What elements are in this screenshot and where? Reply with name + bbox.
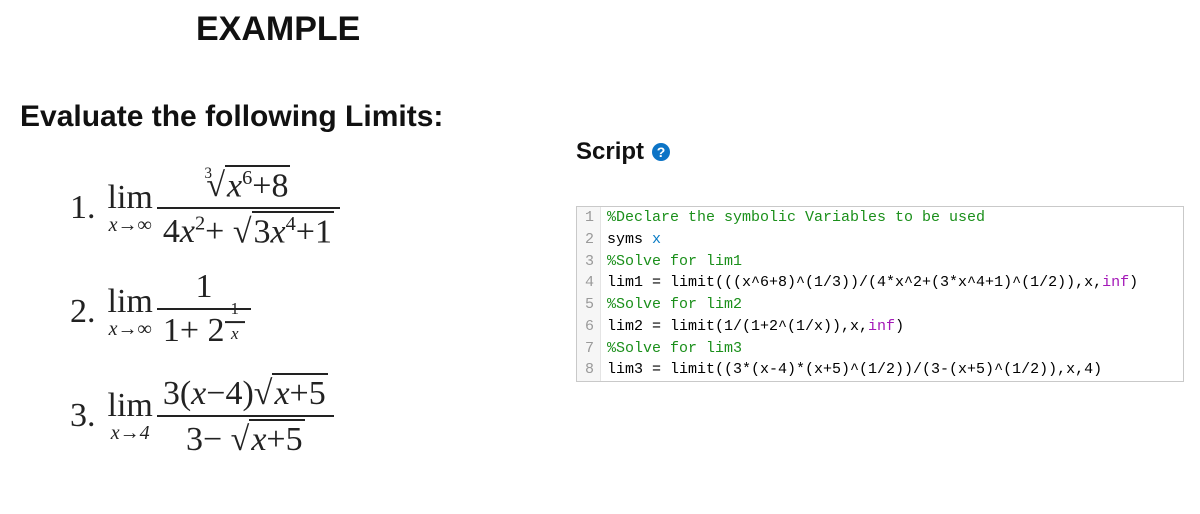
exp-bar [225,321,246,323]
limit-notation: lim x→4 [108,389,153,443]
problem-1: 1. lim x→∞ 3√x6+8 4x2+ √3x4+1 [70,165,340,250]
page-subheading: Evaluate the following Limits: [20,100,443,134]
code-line[interactable]: 7%Solve for lim3 [577,338,1183,360]
code-text[interactable]: %Solve for lim1 [601,251,1183,273]
code-text[interactable]: %Solve for lim2 [601,294,1183,316]
code-line[interactable]: 4lim1 = limit(((x^6+8)^(1/3))/(4*x^2+(3*… [577,272,1183,294]
lim-sub: x→∞ [109,215,152,235]
problem-3: 3. lim x→4 3(x−4)√x+5 3− √x+5 [70,373,340,458]
script-label: Script [576,138,644,166]
line-number: 1 [577,207,601,229]
line-number: 8 [577,359,601,381]
script-header: Script ? [576,138,670,166]
limit-notation: lim x→∞ [108,285,153,339]
problem-index: 1. [70,189,96,227]
fraction-bar [157,207,340,209]
lim-text: lim [108,181,153,215]
exp-denominator: x [225,325,245,344]
limit-notation: lim x→∞ [108,181,153,235]
line-number: 4 [577,272,601,294]
code-text[interactable]: lim2 = limit(1/(1+2^(1/x)),x,inf) [601,316,1183,338]
code-text[interactable]: lim3 = limit((3*(x-4)*(x+5)^(1/2))/(3-(x… [601,359,1183,381]
fraction: 3(x−4)√x+5 3− √x+5 [157,373,334,458]
fraction-bar [157,415,334,417]
problem-index: 3. [70,397,96,435]
page-heading: EXAMPLE [196,10,360,49]
exp-numerator: 1 [225,300,246,319]
problem-list: 1. lim x→∞ 3√x6+8 4x2+ √3x4+1 2. lim x→∞… [70,165,340,476]
line-number: 2 [577,229,601,251]
lim-text: lim [108,389,153,423]
code-line[interactable]: 5%Solve for lim2 [577,294,1183,316]
code-text[interactable]: %Declare the symbolic Variables to be us… [601,207,1183,229]
numerator: 3(x−4)√x+5 [157,373,334,412]
code-text[interactable]: syms x [601,229,1183,251]
lim-sub: x→∞ [109,319,152,339]
radicand: x+5 [249,419,304,458]
code-line[interactable]: 8lim3 = limit((3*(x-4)*(x+5)^(1/2))/(3-(… [577,359,1183,381]
denominator: 1+ 2 1 x [157,312,251,355]
denominator-leading: 1+ 2 [163,312,225,349]
code-line[interactable]: 3%Solve for lim1 [577,251,1183,273]
line-number: 5 [577,294,601,316]
root-index: 3 [204,166,212,183]
lim-text: lim [108,285,153,319]
code-line[interactable]: 6lim2 = limit(1/(1+2^(1/x)),x,inf) [577,316,1183,338]
code-text[interactable]: lim1 = limit(((x^6+8)^(1/3))/(4*x^2+(3*x… [601,272,1183,294]
line-number: 3 [577,251,601,273]
root-symbol: 3√ [206,167,225,204]
fraction: 1 1+ 2 1 x [157,268,251,355]
code-line[interactable]: 1%Declare the symbolic Variables to be u… [577,207,1183,229]
problem-index: 2. [70,293,96,331]
lim-sub: x→4 [111,423,150,443]
exponent-fraction: 1 x [225,300,246,343]
denominator-leading: 3− [186,421,231,458]
line-number: 7 [577,338,601,360]
numerator-leading: 3(x−4) [163,375,254,412]
problem-2: 2. lim x→∞ 1 1+ 2 1 x [70,268,340,355]
help-icon[interactable]: ? [652,143,670,161]
fraction: 3√x6+8 4x2+ √3x4+1 [157,165,340,250]
radicand: x+5 [272,373,327,412]
numerator: 1 [189,268,218,305]
denominator-leading: 4x2+ [163,213,233,250]
denominator: 4x2+ √3x4+1 [157,211,340,251]
numerator: 3√x6+8 [200,165,296,205]
code-editor[interactable]: 1%Declare the symbolic Variables to be u… [576,206,1184,382]
code-line[interactable]: 2syms x [577,229,1183,251]
code-text[interactable]: %Solve for lim3 [601,338,1183,360]
denominator: 3− √x+5 [180,419,311,458]
radicand: 3x4+1 [252,211,334,251]
radicand: x6+8 [225,165,290,205]
line-number: 6 [577,316,601,338]
